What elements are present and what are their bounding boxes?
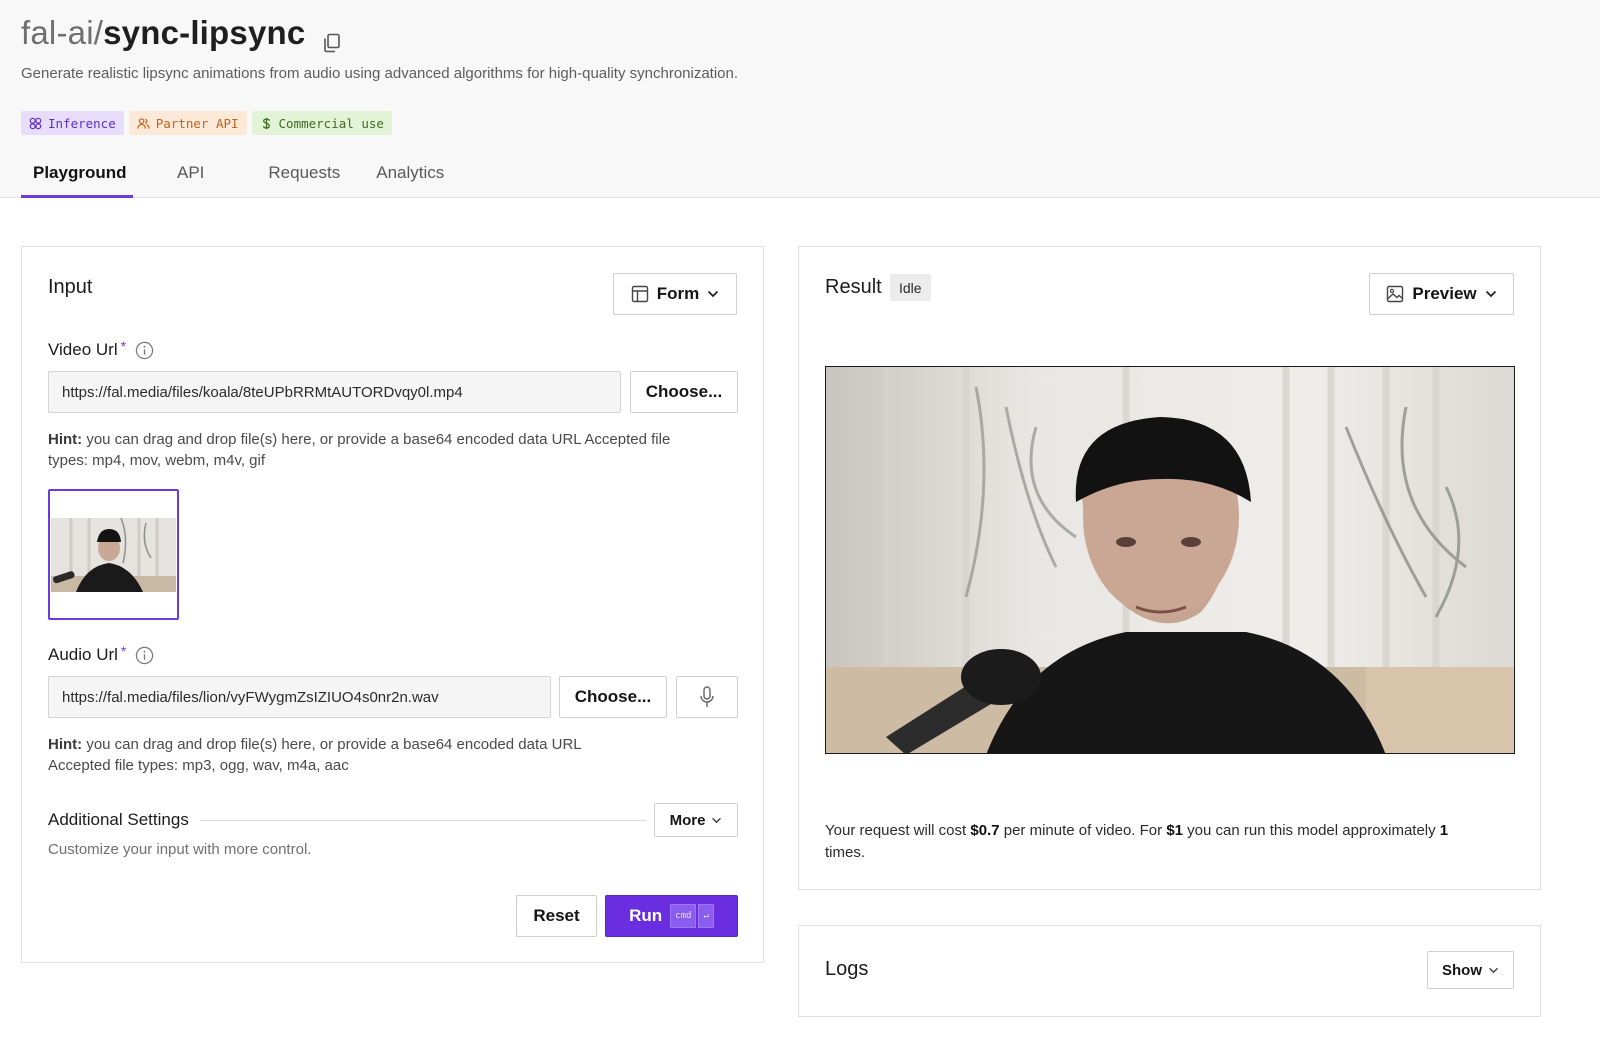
audio-choose-button[interactable]: Choose... bbox=[559, 676, 667, 718]
additional-settings: Additional Settings bbox=[48, 803, 738, 837]
commercial-use-badge: Commercial use bbox=[251, 111, 392, 135]
badge-label: Partner API bbox=[155, 115, 239, 131]
audio-url-label-text: Audio Url bbox=[48, 645, 118, 664]
badge-list: Inference Partner API Commercial use bbox=[21, 111, 392, 135]
enter-key: ↵ bbox=[698, 904, 714, 928]
audio-url-hint: Hint: you can drag and drop file(s) here… bbox=[48, 734, 738, 776]
preview-label: Preview bbox=[1412, 284, 1477, 303]
record-audio-button[interactable] bbox=[676, 676, 738, 718]
dollar-icon bbox=[262, 117, 270, 129]
video-thumbnail-image bbox=[51, 518, 176, 592]
tab-playground[interactable]: Playground bbox=[21, 160, 133, 198]
inference-badge: Inference bbox=[21, 111, 124, 135]
result-panel: Result Idle Preview Your request will co… bbox=[798, 246, 1541, 890]
keyboard-shortcut: cmd ↵ bbox=[670, 904, 714, 928]
video-url-hint: Hint: you can drag and drop file(s) here… bbox=[48, 429, 738, 471]
preview-dropdown[interactable]: Preview bbox=[1369, 273, 1514, 315]
form-mode-label: Form bbox=[656, 284, 700, 303]
show-logs-button[interactable]: Show bbox=[1427, 951, 1514, 989]
cost-text: per minute of video. For bbox=[999, 822, 1167, 839]
run-label: Run bbox=[629, 906, 663, 925]
partner-api-badge: Partner API bbox=[128, 111, 247, 135]
audio-url-input[interactable] bbox=[48, 676, 551, 718]
inference-icon bbox=[29, 117, 42, 129]
required-mark: * bbox=[120, 338, 127, 354]
tab-api[interactable]: API bbox=[165, 160, 216, 198]
hint-label: Hint: bbox=[48, 736, 83, 753]
logs-panel: Logs Show bbox=[798, 925, 1541, 1017]
cost-text: times. bbox=[825, 844, 866, 861]
badge-label: Commercial use bbox=[278, 115, 384, 131]
chevron-down-icon bbox=[712, 817, 722, 823]
hint-text: you can drag and drop file(s) here, or p… bbox=[82, 736, 582, 753]
cost-estimate: Your request will cost $0.7 per minute o… bbox=[825, 820, 1515, 864]
divider bbox=[200, 820, 646, 821]
logs-title: Logs bbox=[825, 958, 869, 980]
show-label: Show bbox=[1442, 961, 1482, 979]
model-header: fal-ai/sync-lipsync Generate realistic l… bbox=[0, 0, 1600, 198]
image-icon bbox=[1387, 285, 1404, 303]
result-video-preview[interactable] bbox=[825, 366, 1515, 754]
page-title: fal-ai/sync-lipsync bbox=[21, 14, 341, 53]
status-badge: Idle bbox=[890, 274, 931, 301]
chevron-down-icon bbox=[1485, 290, 1496, 298]
video-url-label-text: Video Url bbox=[48, 340, 118, 359]
additional-settings-label: Additional Settings bbox=[48, 810, 189, 829]
reset-button[interactable]: Reset bbox=[516, 895, 597, 937]
cost-text: Your request will cost bbox=[825, 822, 971, 839]
input-title: Input bbox=[48, 276, 93, 298]
video-url-label: Video Url * bbox=[48, 338, 154, 360]
microphone-icon bbox=[700, 686, 714, 707]
chevron-down-icon bbox=[708, 290, 719, 298]
additional-settings-description: Customize your input with more control. bbox=[48, 841, 312, 858]
video-thumbnail[interactable] bbox=[48, 489, 179, 620]
info-icon[interactable] bbox=[135, 341, 154, 360]
tab-bar: Playground API Requests Analytics bbox=[21, 160, 456, 198]
users-icon bbox=[137, 117, 150, 129]
tab-analytics[interactable]: Analytics bbox=[364, 160, 456, 198]
run-button[interactable]: Run cmd ↵ bbox=[605, 895, 738, 937]
cost-price: $0.7 bbox=[970, 822, 1000, 839]
video-url-input[interactable] bbox=[48, 371, 621, 413]
more-label: More bbox=[669, 811, 706, 829]
cost-budget: $1 bbox=[1166, 822, 1183, 839]
more-settings-button[interactable]: More bbox=[654, 803, 738, 837]
hint-text: you can drag and drop file(s) here, or p… bbox=[82, 431, 671, 448]
model-namespace: fal-ai/ bbox=[21, 14, 104, 51]
hint-label: Hint: bbox=[48, 431, 83, 448]
tab-requests[interactable]: Requests bbox=[256, 160, 352, 198]
form-mode-dropdown[interactable]: Form bbox=[613, 273, 737, 315]
cost-runs: 1 bbox=[1439, 822, 1449, 839]
video-choose-button[interactable]: Choose... bbox=[630, 371, 738, 413]
copy-icon[interactable] bbox=[323, 23, 341, 53]
cmd-key: cmd bbox=[670, 904, 697, 928]
chevron-down-icon bbox=[1489, 967, 1498, 973]
hint-file-types: Accepted file types: mp3, ogg, wav, m4a,… bbox=[48, 757, 349, 774]
badge-label: Inference bbox=[48, 115, 116, 131]
audio-url-label: Audio Url * bbox=[48, 643, 154, 665]
info-icon[interactable] bbox=[135, 646, 154, 665]
layout-icon bbox=[631, 285, 648, 303]
input-panel: Input Form Video Url* Choose... Hint: yo… bbox=[21, 246, 764, 963]
model-name: sync-lipsync bbox=[103, 14, 306, 51]
cost-text: you can run this model approximately bbox=[1183, 822, 1440, 839]
result-title: Result bbox=[825, 276, 882, 298]
hint-file-types: types: mp4, mov, webm, m4v, gif bbox=[48, 452, 266, 469]
required-mark: * bbox=[120, 643, 127, 659]
model-description: Generate realistic lipsync animations fr… bbox=[21, 65, 739, 82]
